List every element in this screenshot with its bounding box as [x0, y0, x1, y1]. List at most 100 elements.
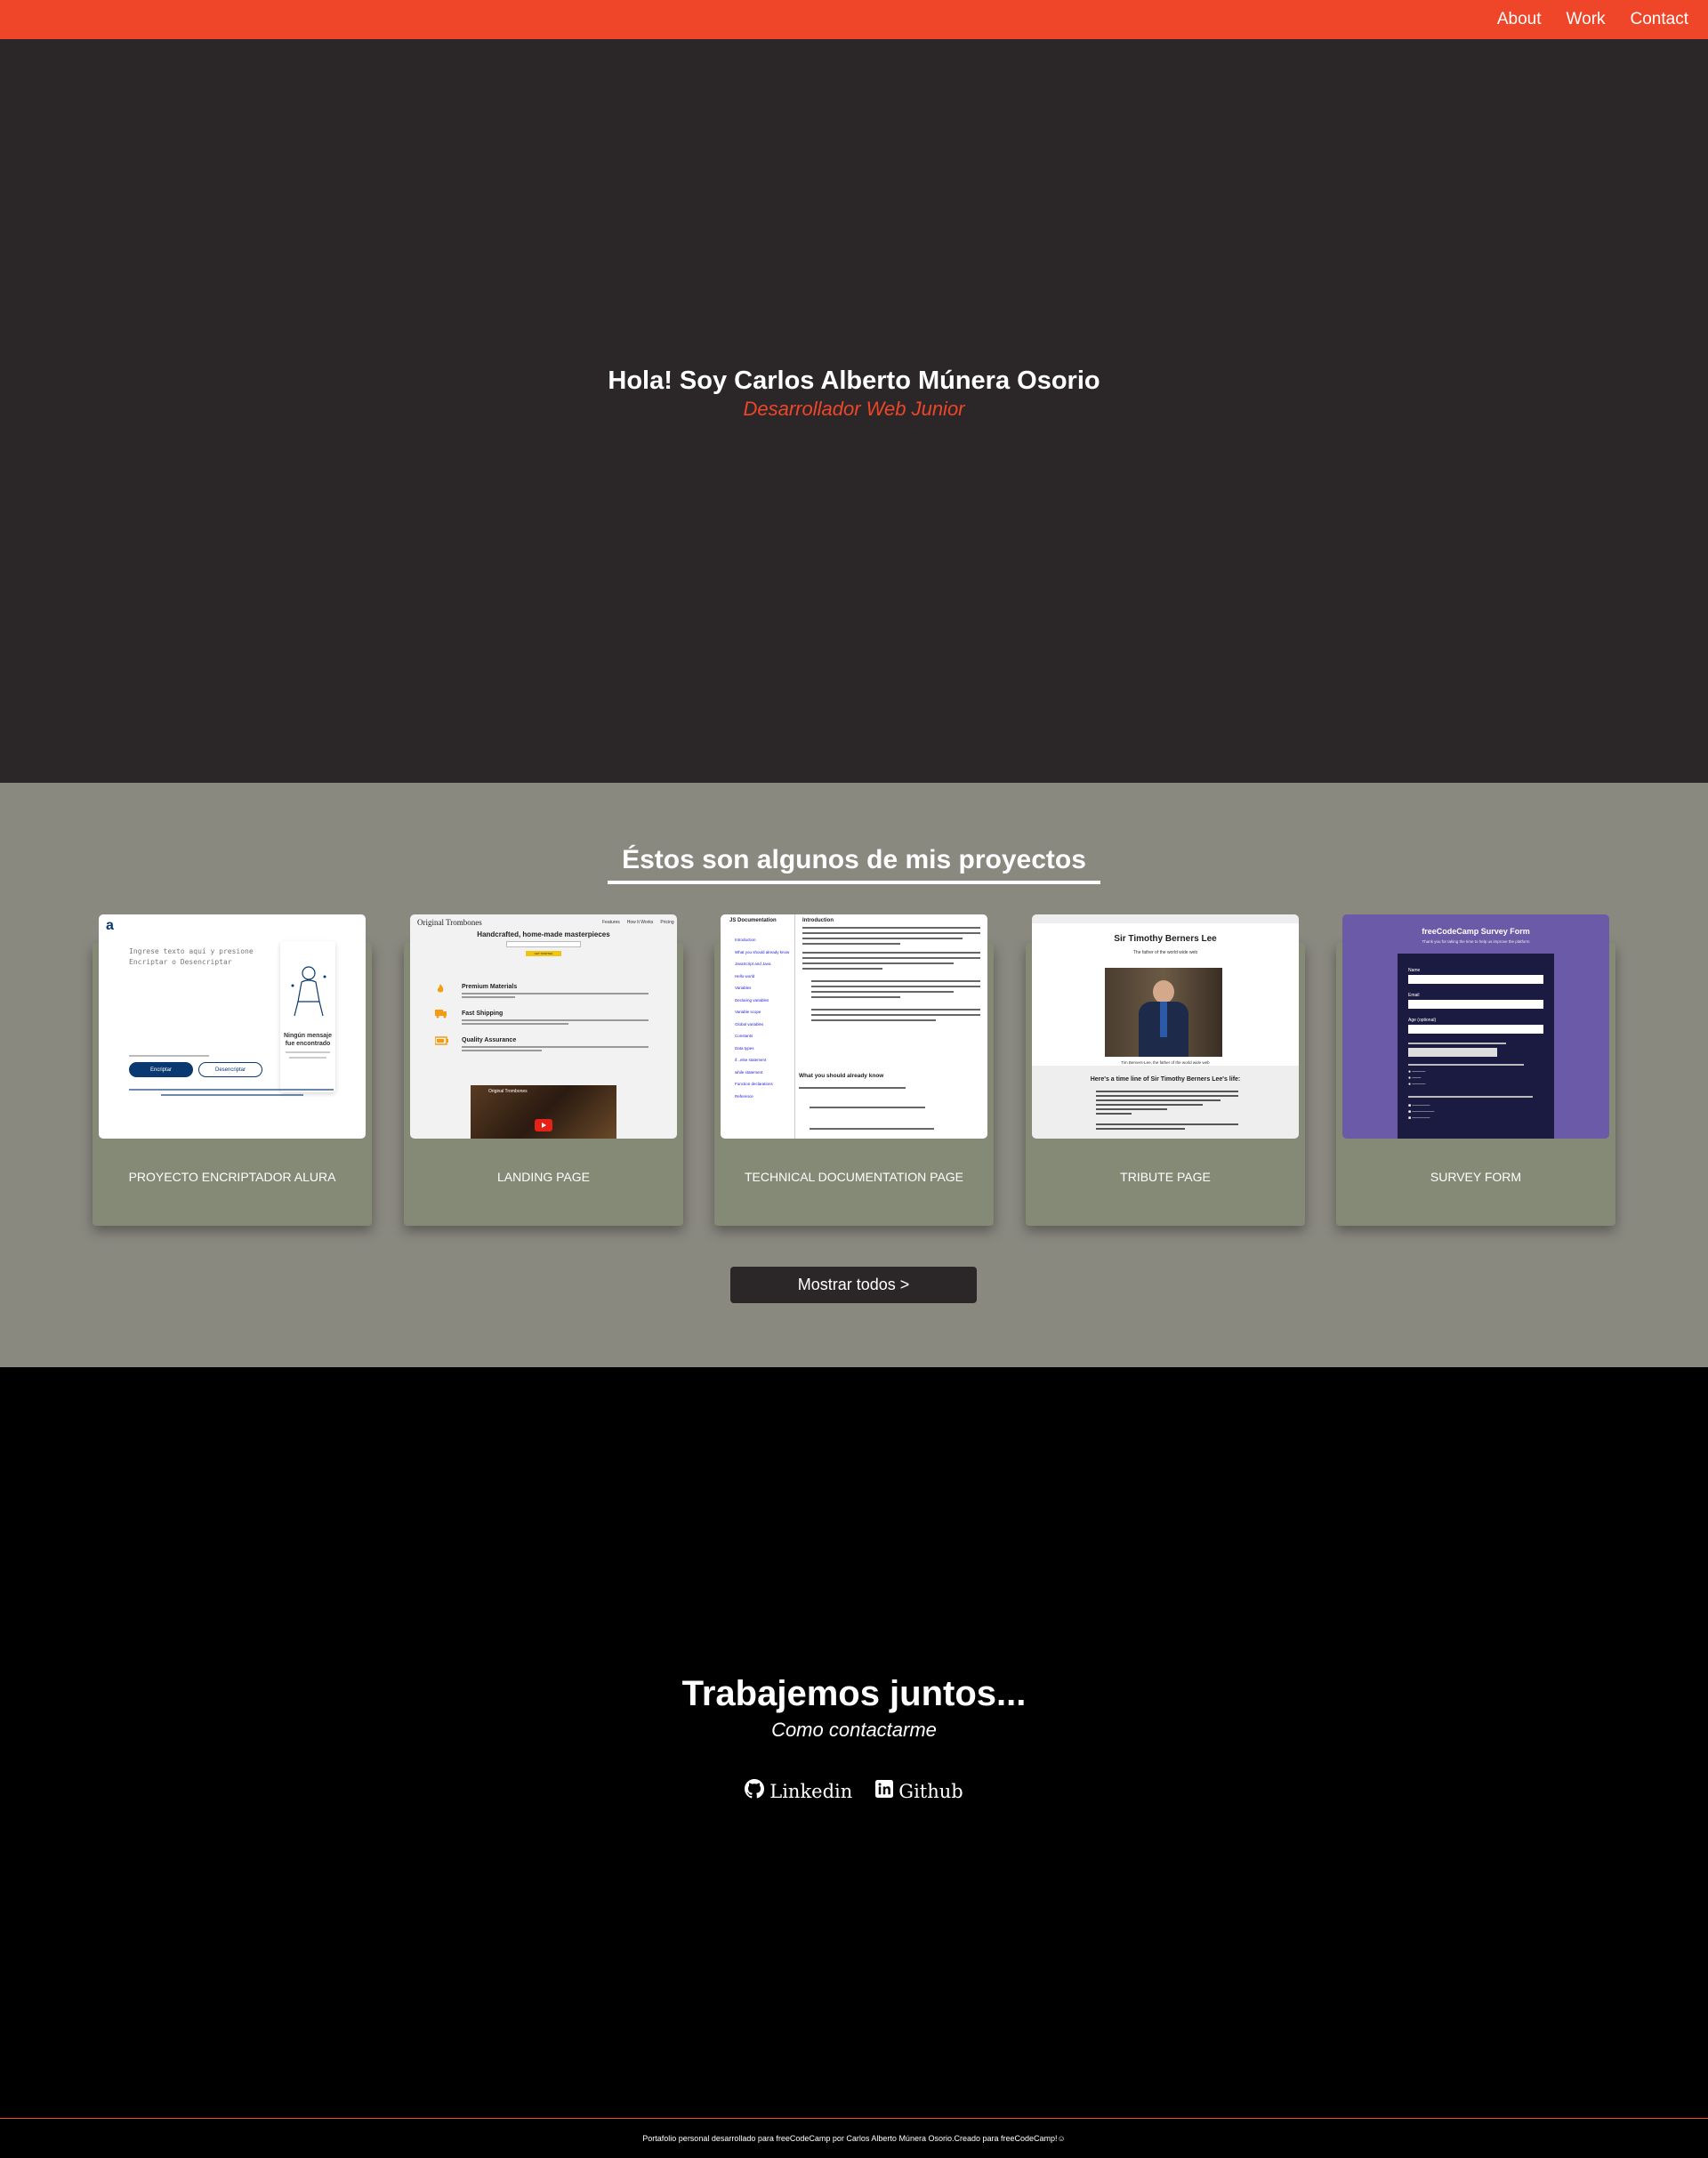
project-card-survey[interactable]: freeCodeCamp Survey Form Thank you for t…	[1336, 914, 1615, 1226]
doc-sidebar-item[interactable]: Hello world	[735, 970, 794, 983]
doc-sidebar-item[interactable]: JavaScript and Java	[735, 958, 794, 970]
landing-nav: Features How It Works Pricing	[602, 920, 674, 925]
tribute-tagline: The father of the world wide web	[1132, 950, 1198, 955]
doc-sidebar-item[interactable]: Introduction	[735, 934, 794, 946]
project-thumbnail-survey[interactable]: freeCodeCamp Survey Form Thank you for t…	[1342, 914, 1609, 1139]
project-card-landing[interactable]: Original Trombones Features How It Works…	[404, 914, 683, 1226]
doc-sidebar-item[interactable]: if...else statement	[735, 1054, 794, 1067]
project-thumbnail-tribute[interactable]: Sir Timothy Berners Lee The father of th…	[1032, 914, 1299, 1139]
role-select[interactable]	[1408, 1048, 1497, 1057]
feature-desc-line	[462, 993, 649, 994]
survey-desc: Thank you for taking the time to help us…	[1422, 939, 1530, 944]
field-label: Age (optional)	[1408, 1018, 1437, 1023]
linkedin-link[interactable]: Linkedin	[745, 1779, 852, 1803]
feature-desc-line	[462, 1046, 649, 1048]
project-card-encriptador[interactable]: a Ingrese texto aquí y presione Encripta…	[93, 914, 372, 1226]
project-card-tribute[interactable]: Sir Timothy Berners Lee The father of th…	[1026, 914, 1305, 1226]
truck-icon	[435, 1007, 447, 1023]
landing-nav-link[interactable]: Pricing	[660, 920, 673, 925]
video-embed[interactable]: Original Trombones	[471, 1085, 616, 1139]
project-thumbnail-landing[interactable]: Original Trombones Features How It Works…	[410, 914, 677, 1139]
age-input[interactable]	[1408, 1025, 1543, 1034]
projects-heading: Éstos son algunos de mis proyectos	[608, 845, 1100, 884]
project-label: TRIBUTE PAGE	[1120, 1170, 1211, 1184]
doc-sidebar-item[interactable]: Variables	[735, 982, 794, 994]
field-label: Email	[1408, 993, 1420, 998]
photo-tie	[1160, 1002, 1167, 1037]
landing-nav-link[interactable]: Features	[602, 920, 620, 925]
email-input[interactable]	[506, 941, 581, 947]
doc-main-title: Introduction	[802, 918, 834, 923]
question-line	[1408, 1043, 1506, 1044]
hint-line	[129, 1055, 209, 1057]
hero-subtitle: Desarrollador Web Junior	[743, 397, 965, 420]
show-all-button[interactable]: Mostrar todos >	[730, 1267, 977, 1303]
doc-sidebar-item[interactable]: Constants	[735, 1030, 794, 1043]
doc-line	[810, 1128, 934, 1130]
name-input[interactable]	[1408, 975, 1543, 984]
project-label: SURVEY FORM	[1430, 1170, 1522, 1184]
feature-title: Quality Assurance	[462, 1037, 517, 1043]
video-caption: Original Trombones	[488, 1089, 528, 1094]
tribute-caption: Tim Berners-Lee, the father of the world…	[1121, 1060, 1210, 1065]
landing-nav-link[interactable]: How It Works	[627, 920, 654, 925]
battery-icon	[434, 1034, 449, 1050]
doc-sidebar-item[interactable]: Variable scope	[735, 1006, 794, 1019]
project-thumbnail-techdoc[interactable]: JS Documentation Introduction What you sh…	[721, 914, 987, 1139]
linkedin-label: Linkedin	[769, 1780, 853, 1802]
contact-subtitle: Como contactarme	[771, 1719, 937, 1741]
projects-heading-wrap: Éstos son algunos de mis proyectos	[0, 845, 1708, 884]
result-panel: Ningún mensaje fue encontrado	[280, 941, 335, 1092]
project-card-techdoc[interactable]: JS Documentation Introduction What you sh…	[714, 914, 994, 1226]
footer: Portafolio personal desarrollado para fr…	[0, 2118, 1708, 2158]
doc-sidebar-item[interactable]: while statement	[735, 1067, 794, 1079]
doc-sidebar-item[interactable]: Global variables	[735, 1019, 794, 1031]
tribute-timeline	[1096, 1091, 1238, 1132]
doc-paragraph	[802, 927, 980, 1025]
feature-title: Fast Shipping	[462, 1011, 504, 1017]
linkedin-icon	[875, 1780, 894, 1802]
doc-sidebar-item[interactable]: What you should already know	[735, 946, 794, 959]
checkbox-options[interactable]: ■ ———— ■ ————— ■ ————	[1408, 1103, 1434, 1122]
radio-options[interactable]: ● ——— ● —— ● ———	[1408, 1069, 1425, 1088]
footer-line	[161, 1094, 303, 1096]
tribute-section: Here's a time line of Sir Timothy Berner…	[1090, 1076, 1241, 1083]
fire-icon	[435, 982, 446, 993]
project-label: PROYECTO ENCRIPTADOR ALURA	[128, 1170, 336, 1184]
question-line	[1408, 1064, 1524, 1066]
nav-link-contact[interactable]: Contact	[1631, 10, 1688, 29]
placeholder-line	[286, 1051, 330, 1053]
landing-headline: Handcrafted, home-made masterpieces	[477, 930, 610, 938]
survey-title: freeCodeCamp Survey Form	[1422, 927, 1530, 936]
hero-title: Hola! Soy Carlos Alberto Múnera Osorio	[608, 366, 1100, 395]
encrypt-button[interactable]: Encriptar	[129, 1062, 193, 1077]
tribute-title: Sir Timothy Berners Lee	[1114, 934, 1217, 944]
project-label: TECHNICAL DOCUMENTATION PAGE	[744, 1170, 964, 1184]
doc-line	[799, 1087, 906, 1089]
feature-desc-line	[462, 1023, 568, 1025]
projects-section: Éstos son algunos de mis proyectos a Ing…	[0, 783, 1708, 1367]
doc-sidebar-list: Introduction What you should already know…	[735, 934, 794, 1102]
github-link[interactable]: Github	[875, 1779, 963, 1803]
decrypt-button[interactable]: Desencriptar	[198, 1062, 262, 1077]
feature-title: Premium Materials	[462, 984, 518, 990]
doc-sidebar: JS Documentation Introduction What you sh…	[721, 914, 795, 1139]
doc-sidebar-item[interactable]: Data types	[735, 1043, 794, 1055]
project-label: LANDING PAGE	[497, 1170, 590, 1184]
no-message-title: Ningún mensaje fue encontrado	[283, 1033, 333, 1047]
doc-sidebar-item[interactable]: Function declarations	[735, 1078, 794, 1091]
survey-form: Name Email Age (optional) ● ——— ● —— ● ———…	[1398, 954, 1554, 1139]
nav-link-work[interactable]: Work	[1567, 10, 1606, 29]
doc-sidebar-item[interactable]: Declaring variables	[735, 994, 794, 1007]
github-label: Github	[898, 1780, 963, 1802]
tribute-photo	[1105, 968, 1222, 1057]
play-icon[interactable]	[535, 1119, 552, 1131]
nav-link-about[interactable]: About	[1497, 10, 1542, 29]
project-thumbnail-encriptador[interactable]: a Ingrese texto aquí y presione Encripta…	[99, 914, 366, 1139]
doc-sidebar-item[interactable]: Reference	[735, 1091, 794, 1103]
contact-title: Trabajemos juntos...	[681, 1674, 1027, 1713]
get-started-button[interactable]: GET STARTED	[526, 951, 561, 956]
github-icon	[745, 1779, 765, 1803]
doc-line	[810, 1107, 925, 1108]
email-input[interactable]	[1408, 1000, 1543, 1009]
